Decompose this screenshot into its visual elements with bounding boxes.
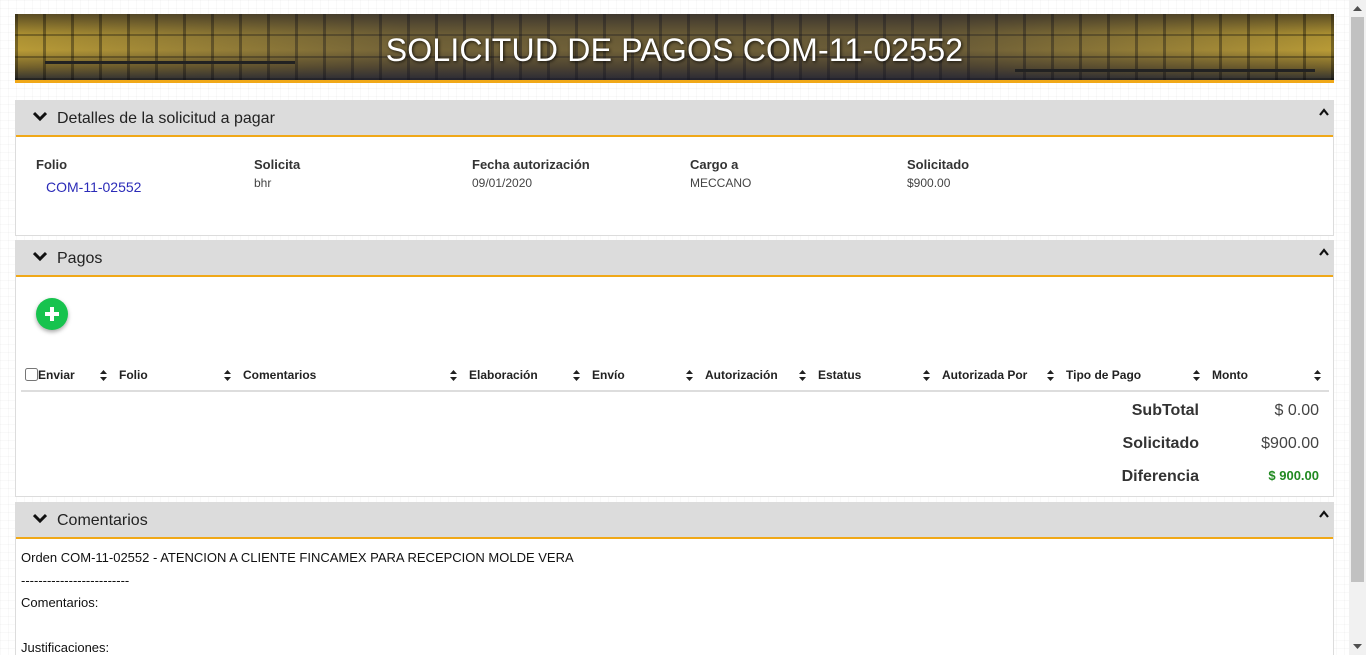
folio-link[interactable]: COM-11-02552 [36, 179, 141, 195]
field-solicitado: Solicitado $900.00 [907, 157, 969, 190]
field-label: Fecha autorización [472, 157, 590, 172]
column-autorizada-por[interactable]: Autorizada Por [938, 359, 1062, 392]
field-folio: Folio COM-11-02552 [36, 157, 141, 195]
scrollbar-thumb[interactable] [1351, 17, 1364, 582]
plus-icon [45, 307, 59, 321]
sort-icon[interactable] [799, 370, 806, 381]
comment-line: ------------------------- [21, 572, 130, 588]
column-monto[interactable]: Monto [1208, 359, 1329, 392]
sort-icon[interactable] [573, 370, 580, 381]
column-label: Autorizada Por [942, 367, 1028, 382]
chevron-down-icon [33, 111, 47, 122]
sort-icon[interactable] [100, 370, 107, 381]
page-title: SOLICITUD DE PAGOS COM-11-02552 [385, 32, 964, 68]
comment-line [21, 615, 1328, 638]
sort-icon[interactable] [1314, 370, 1321, 381]
column-envio[interactable]: Envío [588, 359, 701, 392]
field-fecha-autorizacion: Fecha autorización 09/01/2020 [472, 157, 590, 190]
field-label: Cargo a [690, 157, 739, 172]
scrollbar[interactable] [1349, 0, 1366, 655]
chevron-down-icon [33, 251, 47, 262]
comment-line: Orden COM-11-02552 - ATENCION A CLIENTE … [21, 550, 574, 565]
column-label: Estatus [818, 367, 862, 382]
column-enviar[interactable]: Enviar [21, 359, 115, 392]
column-label: Monto [1212, 367, 1248, 382]
field-value: $900.00 [907, 176, 951, 190]
column-label: Autorización [705, 367, 778, 382]
chevron-up-icon[interactable] [1318, 509, 1330, 519]
table-header-row: Enviar Folio Comentarios Elaboración Env… [21, 359, 1329, 392]
field-label: Solicitado [907, 157, 970, 172]
chevron-down-icon [33, 513, 47, 524]
comments-panel-header[interactable]: Comentarios [16, 503, 1333, 539]
sort-icon[interactable] [923, 370, 930, 381]
comment-line: Justificaciones: [21, 640, 110, 655]
column-elaboracion[interactable]: Elaboración [465, 359, 588, 392]
solicitado-value: $900.00 [1261, 435, 1319, 452]
field-solicita: Solicita bhr [254, 157, 300, 190]
payments-panel-title: Pagos [57, 250, 103, 267]
details-panel-header[interactable]: Detalles de la solicitud a pagar [16, 101, 1333, 137]
field-label: Solicita [254, 157, 301, 172]
select-all-checkbox[interactable] [25, 367, 38, 381]
payments-table: Enviar Folio Comentarios Elaboración Env… [21, 359, 1329, 392]
sort-icon[interactable] [686, 370, 693, 381]
field-value: 09/01/2020 [472, 176, 533, 190]
column-comentarios[interactable]: Comentarios [239, 359, 465, 392]
comments-panel: Comentarios Orden COM-11-02552 - ATENCIO… [15, 502, 1334, 655]
chevron-up-icon[interactable] [1318, 247, 1330, 257]
solicitado-label: Solicitado [1122, 435, 1199, 452]
comments-body: Orden COM-11-02552 - ATENCION A CLIENTE … [16, 539, 1333, 655]
column-label: Envío [592, 367, 625, 382]
column-label: Enviar [38, 367, 75, 382]
subtotal-value: $ 0.00 [1274, 402, 1319, 419]
payments-panel: Pagos Enviar Folio Comentarios Elaboraci… [15, 240, 1334, 497]
field-value: MECCANO [690, 176, 752, 190]
diferencia-value: $ 900.00 [1268, 468, 1319, 483]
sort-icon[interactable] [1047, 370, 1054, 381]
subtotal-label: SubTotal [1131, 402, 1199, 419]
column-autorizacion[interactable]: Autorización [701, 359, 814, 392]
field-label: Folio [36, 157, 68, 172]
page-banner: SOLICITUD DE PAGOS COM-11-02552 [15, 14, 1334, 83]
comment-line: Comentarios: [21, 595, 99, 610]
scroll-down-arrow-icon[interactable] [1353, 642, 1362, 651]
column-label: Elaboración [469, 367, 538, 382]
column-label: Comentarios [243, 367, 317, 382]
payments-panel-header[interactable]: Pagos [16, 241, 1333, 277]
field-value: bhr [254, 176, 272, 190]
column-folio[interactable]: Folio [115, 359, 239, 392]
column-label: Folio [119, 367, 148, 382]
chevron-up-icon[interactable] [1318, 107, 1330, 117]
sort-icon[interactable] [1193, 370, 1200, 381]
details-panel-title: Detalles de la solicitud a pagar [57, 110, 275, 127]
add-payment-button[interactable] [36, 298, 68, 330]
field-cargo-a: Cargo a MECCANO [690, 157, 751, 190]
column-tipo-de-pago[interactable]: Tipo de Pago [1062, 359, 1208, 392]
details-panel: Detalles de la solicitud a pagar Folio C… [15, 100, 1334, 236]
column-label: Tipo de Pago [1066, 367, 1142, 382]
scroll-up-arrow-icon[interactable] [1353, 4, 1362, 13]
sort-icon[interactable] [450, 370, 457, 381]
diferencia-label: Diferencia [1121, 468, 1199, 485]
comments-panel-title: Comentarios [57, 512, 148, 529]
column-estatus[interactable]: Estatus [814, 359, 938, 392]
sort-icon[interactable] [224, 370, 231, 381]
